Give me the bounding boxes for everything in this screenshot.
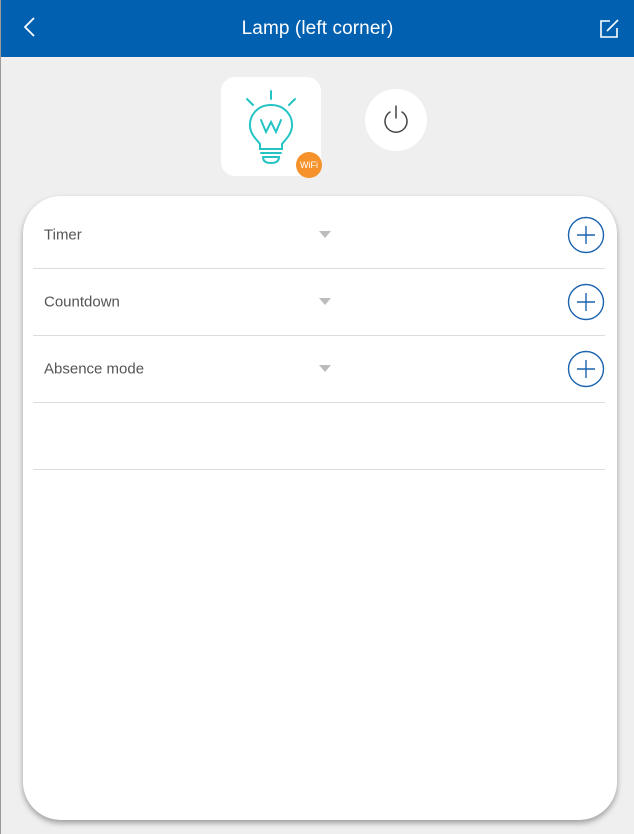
app-screen: Lamp (left corner) WiFi Timer Countdown … — [0, 0, 634, 834]
add-timer-button[interactable] — [567, 216, 605, 254]
schedule-card: Timer Countdown Absence mode — [23, 196, 617, 820]
top-bar: Lamp (left corner) — [1, 0, 634, 57]
absence-mode-row: Absence mode — [33, 336, 605, 403]
absence-mode-label: Absence mode — [44, 360, 145, 378]
timer-label: Timer — [44, 226, 82, 244]
countdown-row: Countdown — [33, 269, 605, 336]
caret-down-icon[interactable] — [319, 231, 331, 239]
back-button[interactable] — [15, 12, 45, 42]
add-countdown-button[interactable] — [567, 283, 605, 321]
power-button[interactable] — [365, 89, 427, 151]
edit-icon — [600, 19, 619, 38]
caret-down-icon[interactable] — [319, 298, 331, 306]
countdown-label: Countdown — [44, 293, 120, 311]
chevron-left-icon — [23, 17, 35, 37]
device-tile[interactable]: WiFi — [221, 77, 322, 178]
timer-row: Timer — [33, 202, 605, 269]
device-area: WiFi — [1, 57, 634, 197]
lightbulb-icon — [246, 90, 296, 165]
edit-button[interactable] — [592, 12, 626, 46]
wifi-badge: WiFi — [296, 152, 322, 178]
empty-row — [33, 403, 605, 470]
power-icon — [384, 105, 408, 133]
add-absence-mode-button[interactable] — [567, 350, 605, 388]
page-title: Lamp (left corner) — [241, 17, 394, 39]
caret-down-icon[interactable] — [319, 365, 331, 373]
